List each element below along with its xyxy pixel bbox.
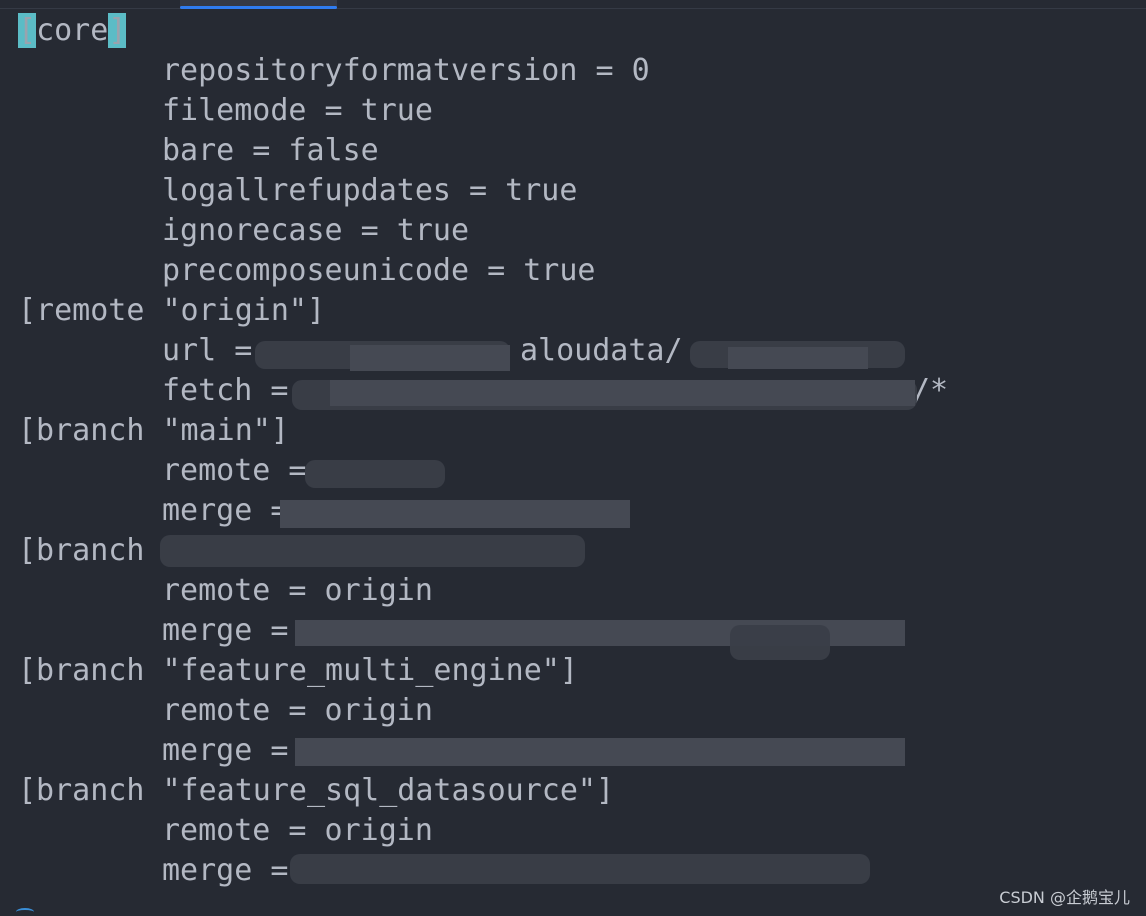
watermark: CSDN @企鹅宝儿: [999, 888, 1130, 907]
code-text: remote = origin: [162, 813, 433, 848]
code-line: remote = origin: [162, 691, 433, 731]
code-line: merge =: [162, 611, 307, 651]
code-line: [branch "main"]: [18, 411, 289, 451]
code-line: remote = origin: [162, 811, 433, 851]
code-text: [branch "feature_multi_engine"]: [18, 653, 578, 688]
code-line: logallrefupdates = true: [162, 171, 577, 211]
code-text: filemode = true: [162, 93, 433, 128]
code-text: merge =: [162, 613, 307, 648]
code-line: remote = origin: [162, 571, 433, 611]
code-text: ignorecase = true: [162, 213, 470, 248]
code-line: precomposeunicode = true: [162, 251, 595, 291]
code-text: precomposeunicode = true: [162, 253, 596, 288]
active-tab-indicator: [180, 6, 337, 9]
code-line: [branch "feature_sql_datasource"]: [18, 771, 614, 811]
code-text: bare = false: [162, 133, 379, 168]
bracket-match: [: [18, 13, 37, 48]
code-line: [core]: [18, 11, 127, 51]
code-text: remote =: [162, 453, 325, 488]
code-text: merge =: [162, 853, 307, 888]
code-line: [remote "origin"]: [18, 291, 325, 331]
section-name: core: [36, 13, 109, 48]
code-text: repositoryformatversion = 0: [162, 53, 650, 88]
code-line: repositoryformatversion = 0: [162, 51, 650, 91]
code-text: [branch "feature_sql_datasource"]: [18, 773, 615, 808]
partial-value: aloudata/: [520, 333, 683, 368]
code-line: fetch = /*: [162, 371, 948, 411]
code-line: [branch "feature_multi_engine"]: [18, 651, 578, 691]
code-line: bare = false: [162, 131, 379, 171]
code-text: [branch: [18, 533, 163, 568]
code-line: merge =: [162, 731, 307, 771]
code-text: remote = origin: [162, 573, 433, 608]
code-text: remote = origin: [162, 693, 433, 728]
code-line: remote =: [162, 451, 325, 491]
bracket-match: ]: [108, 13, 127, 48]
partial-value: /*: [912, 373, 949, 408]
code-line: [branch: [18, 531, 163, 571]
code-line: merge =: [162, 851, 307, 891]
code-text: fetch =: [162, 373, 307, 408]
code-line: ignorecase = true: [162, 211, 469, 251]
code-text: merge =: [162, 733, 307, 768]
code-text: [remote "origin"]: [18, 293, 326, 328]
code-text: [branch "main"]: [18, 413, 289, 448]
code-line: filemode = true: [162, 91, 433, 131]
code-text: logallrefupdates = true: [162, 173, 578, 208]
tab-bar-border: [0, 8, 1146, 9]
scroll-indicator-icon: [16, 908, 34, 916]
